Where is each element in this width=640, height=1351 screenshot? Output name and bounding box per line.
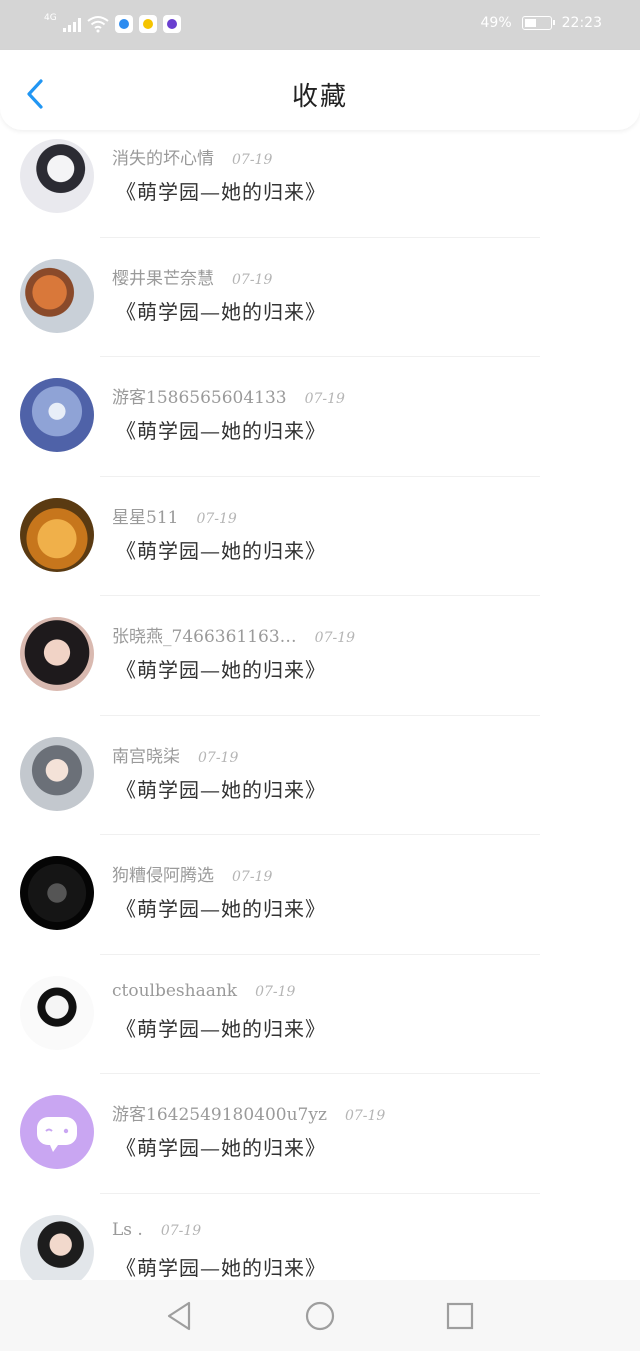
item-meta: 游客1642549180400u7yz 07-19 [112, 1100, 385, 1125]
item-meta: 张晓燕_7466361163… 07-19 [112, 622, 355, 647]
list-item[interactable]: 张晓燕_7466361163… 07-19 《萌学园—她的归来》 [0, 596, 640, 716]
date: 07-19 [232, 152, 273, 168]
system-nav-bar [0, 1280, 640, 1351]
username[interactable]: 南宫晓柒 [112, 742, 180, 767]
item-title[interactable]: 《萌学园—她的归来》 [116, 1132, 326, 1161]
avatar[interactable] [20, 378, 94, 452]
qq-browser-icon [114, 15, 133, 33]
nav-recents-button[interactable] [440, 1296, 480, 1336]
list-item[interactable]: 游客1642549180400u7yz 07-19 《萌学园—她的归来》 [0, 1074, 640, 1194]
page-title: 收藏 [291, 82, 348, 112]
date: 07-19 [198, 749, 239, 766]
signal-icon [62, 16, 81, 32]
network-label: 4G [44, 13, 57, 23]
nav-home-button[interactable] [300, 1296, 340, 1336]
battery-percent: 49% [480, 15, 512, 31]
avatar[interactable] [20, 139, 94, 213]
username[interactable]: 游客1642549180400u7yz [112, 1100, 327, 1125]
avatar[interactable] [20, 1095, 94, 1169]
avatar[interactable] [20, 856, 94, 930]
item-meta: 南宫晓柒 07-19 [112, 742, 238, 767]
item-title[interactable]: 《萌学园—她的归来》 [116, 1013, 326, 1042]
username[interactable]: 游客1586565604133 [112, 383, 287, 408]
item-meta: 星星511 07-19 [112, 503, 237, 528]
list-item[interactable]: 星星511 07-19 《萌学园—她的归来》 [0, 477, 640, 596]
item-title[interactable]: 《萌学园—她的归来》 [116, 296, 326, 325]
item-title[interactable]: 《萌学园—她的归来》 [116, 176, 326, 205]
chat-bubble-icon [37, 1117, 77, 1152]
date: 07-19 [314, 630, 356, 646]
wifi-icon [87, 16, 109, 33]
status-left: 4G [44, 10, 181, 38]
username[interactable]: 星星511 [112, 503, 178, 528]
username[interactable]: Ls . [112, 1220, 143, 1240]
date: 07-19 [304, 391, 345, 407]
item-meta: ctoulbeshaank 07-19 [112, 981, 295, 1001]
avatar[interactable] [20, 975, 94, 1050]
item-title[interactable]: 《萌学园—她的归来》 [116, 535, 326, 564]
item-title[interactable]: 《萌学园—她的归来》 [116, 893, 326, 922]
date: 07-19 [196, 510, 237, 527]
avatar[interactable] [20, 258, 94, 333]
item-title[interactable]: 《萌学园—她的归来》 [116, 415, 326, 444]
list-item[interactable]: Ls . 07-19 《萌学园—她的归来》 [0, 1194, 640, 1281]
list-item[interactable]: ctoulbeshaank 07-19 《萌学园—她的归来》 [0, 955, 640, 1074]
username[interactable]: 樱井果芒奈慧 [112, 264, 214, 289]
list-item[interactable]: 狗糟侵阿腾选 07-19 《萌学园—她的归来》 [0, 835, 640, 955]
username[interactable]: 张晓燕_7466361163… [112, 622, 297, 647]
circle-home-icon [305, 1301, 335, 1330]
status-right: 49% 22:23 [481, 15, 602, 31]
item-meta: 消失的坏心情 07-19 [112, 144, 272, 169]
date: 07-19 [160, 1222, 202, 1239]
date: 07-19 [255, 983, 296, 1000]
date: 07-19 [232, 869, 273, 885]
list-item[interactable]: 消失的坏心情 07-19 《萌学园—她的归来》 [0, 130, 640, 238]
item-title[interactable]: 《萌学园—她的归来》 [116, 1252, 326, 1281]
item-title[interactable]: 《萌学园—她的归来》 [116, 774, 326, 803]
square-recents-icon [446, 1302, 474, 1329]
avatar[interactable] [20, 1214, 94, 1280]
item-title[interactable]: 《萌学园—她的归来》 [116, 654, 326, 683]
avatar[interactable] [20, 736, 94, 811]
favorites-list[interactable]: 消失的坏心情 07-19 《萌学园—她的归来》 樱井果芒奈慧 07-19 《萌学园—她的归… [0, 130, 640, 1280]
battery-icon [521, 16, 555, 30]
app-header: 收藏 [0, 50, 640, 130]
list-item[interactable]: 南宫晓柒 07-19 《萌学园—她的归来》 [0, 716, 640, 835]
avatar[interactable] [20, 617, 94, 691]
triangle-back-icon [167, 1301, 191, 1330]
item-meta: 樱井果芒奈慧 07-19 [112, 264, 272, 289]
item-meta: Ls . 07-19 [112, 1220, 201, 1240]
list-item[interactable]: 游客1586565604133 07-19 《萌学园—她的归来》 [0, 357, 640, 477]
date: 07-19 [344, 1108, 386, 1124]
date: 07-19 [232, 271, 273, 288]
status-bar: 4G 49% 22:23 [0, 0, 640, 50]
username[interactable]: 狗糟侵阿腾选 [112, 861, 214, 886]
username[interactable]: 消失的坏心情 [112, 144, 214, 169]
purple-app-icon [162, 15, 181, 33]
emoji-app-icon [138, 15, 157, 33]
item-meta: 狗糟侵阿腾选 07-19 [112, 861, 272, 886]
avatar[interactable] [20, 497, 94, 572]
username[interactable]: ctoulbeshaank [112, 981, 237, 1001]
item-meta: 游客1586565604133 07-19 [112, 383, 345, 408]
nav-back-button[interactable] [160, 1296, 200, 1336]
list-item[interactable]: 樱井果芒奈慧 07-19 《萌学园—她的归来》 [0, 238, 640, 357]
clock: 22:23 [561, 15, 602, 31]
